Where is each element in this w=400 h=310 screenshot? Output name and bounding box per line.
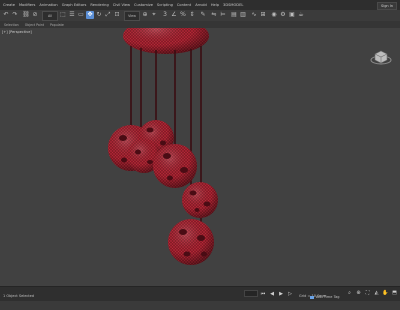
pendant-sphere [182,182,218,218]
align-icon[interactable]: ⊨ [219,11,227,19]
menu-scripting[interactable]: Scripting [157,0,173,10]
maximize-viewport-icon[interactable]: ⬒ [391,289,398,296]
ribbon-tab-populate[interactable]: Populate [50,23,64,27]
menu-graph-editors[interactable]: Graph Editors [62,0,87,10]
manipulate-icon[interactable]: ⌖ [150,11,158,19]
select-move-icon[interactable]: ✥ [86,11,94,19]
rect-selection-icon[interactable]: ▭ [77,11,85,19]
select-rotate-icon[interactable]: ↻ [95,11,103,19]
previous-frame-icon[interactable]: ◀ [268,290,276,297]
menu-rendering[interactable]: Rendering [90,0,108,10]
menu-content[interactable]: Content [177,0,191,10]
material-editor-icon[interactable]: ◉ [270,11,278,19]
selection-filter-dropdown[interactable]: All [42,11,58,21]
reference-coord-dropdown[interactable]: View [124,11,140,21]
pendant-sphere [153,144,197,188]
placement-icon[interactable]: ⊡ [113,11,121,19]
field-of-view-icon[interactable]: ◭ [373,289,380,296]
menu-civil-view[interactable]: Civil View [113,0,130,10]
named-selection-icon[interactable]: ✎ [199,11,207,19]
selection-status: 1 Object Selected [3,294,35,298]
zoom-all-icon[interactable]: ⊕ [355,289,362,296]
key-icon [310,295,314,299]
select-object-icon[interactable]: ⬚ [59,11,67,19]
render-frame-icon[interactable]: ▣ [288,11,296,19]
ribbon-tab-object-paint[interactable]: Object Paint [25,23,44,27]
play-icon[interactable]: ▶ [277,290,285,297]
curve-editor-icon[interactable]: ∿ [250,11,258,19]
ribbon-tab-selection[interactable]: Selection [4,23,19,27]
snaps-toggle-icon[interactable]: 3 [161,11,169,19]
ribbon-bar: Selection Object Paint Populate [0,21,400,28]
zoom-extents-icon[interactable]: ⛶ [364,289,371,296]
angle-snap-icon[interactable]: ∠ [170,11,178,19]
layer-explorer-icon[interactable]: ▤ [230,11,238,19]
go-to-start-icon[interactable]: ⏮ [259,290,267,297]
next-frame-icon[interactable]: ▷ [286,290,294,297]
search-input[interactable] [245,302,257,308]
status-bar: 1 Object Selected ⏮ ◀ ▶ ▷ Grid = 10,0mm … [0,286,400,308]
toggle-ribbon-icon[interactable]: ▥ [239,11,247,19]
select-scale-icon[interactable]: ⤢ [104,11,112,19]
menu-customize[interactable]: Customize [134,0,153,10]
menu-modifiers[interactable]: Modifiers [19,0,35,10]
menu-create[interactable]: Create [3,0,15,10]
render-production-icon[interactable]: ☕ [297,11,305,19]
undo-icon[interactable]: ↶ [2,11,10,19]
percent-snap-icon[interactable]: % [179,11,187,19]
pivot-center-icon[interactable]: ⊕ [141,11,149,19]
add-time-tag-label: Add Time Tag [316,295,340,299]
menu-help[interactable]: Help [211,0,219,10]
search-field[interactable] [244,290,258,308]
unlink-icon[interactable]: ⊘ [31,11,39,19]
menu-arnold[interactable]: Arnold [195,0,207,10]
menu-3dsmodel[interactable]: 3DSMODEL [223,0,243,10]
menu-bar: Create Modifiers Animation Graph Editors… [0,0,400,10]
zoom-icon[interactable]: ⌕ [346,289,353,296]
menu-animation[interactable]: Animation [39,0,57,10]
link-icon[interactable]: ⛓ [22,11,30,19]
add-time-tag-button[interactable]: Add Time Tag [310,295,340,299]
schematic-view-icon[interactable]: ⊞ [259,11,267,19]
spinner-snap-icon[interactable]: ⇕ [188,11,196,19]
sign-in-button[interactable]: Sign In [377,2,397,10]
select-by-name-icon[interactable]: ☰ [68,11,76,19]
redo-icon[interactable]: ↷ [11,11,19,19]
pendant-sphere [168,219,214,265]
render-setup-icon[interactable]: ⚙ [279,11,287,19]
ceiling-canopy [123,28,209,54]
perspective-viewport[interactable]: [+] [Perspective] [0,28,400,286]
pan-icon[interactable]: ✋ [382,289,389,296]
mirror-icon[interactable]: ⇋ [210,11,218,19]
chandelier-model [108,28,218,265]
viewcube-icon[interactable] [370,46,392,66]
